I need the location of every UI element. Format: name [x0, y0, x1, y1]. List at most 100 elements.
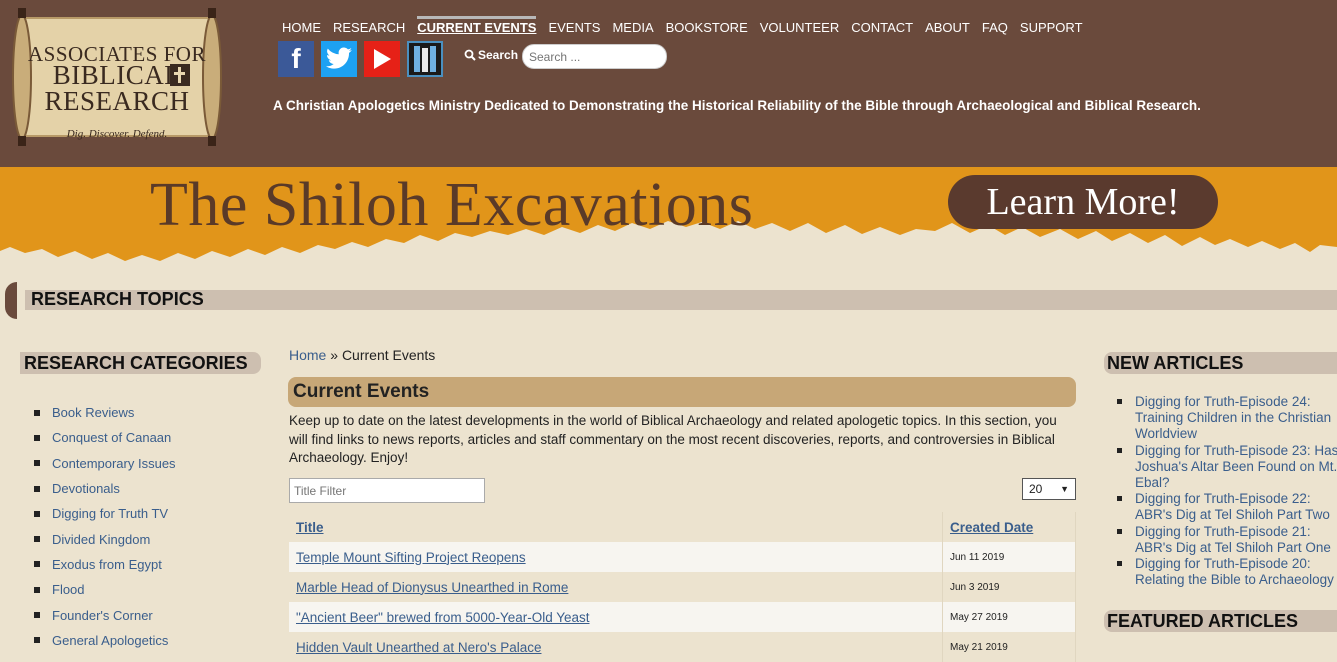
list-item: Book Reviews [34, 400, 176, 425]
research-topics-label: RESEARCH TOPICS [31, 289, 204, 309]
article-link[interactable]: Digging for Truth-Episode 22: ABR's Dig … [1135, 491, 1330, 522]
table-row: Temple Mount Sifting Project Reopens Jun… [289, 542, 1076, 572]
article-link[interactable]: Digging for Truth-Episode 21: ABR's Dig … [1135, 524, 1331, 555]
sort-title-link[interactable]: Title [296, 520, 324, 535]
new-articles-title: NEW ARTICLES [1107, 353, 1244, 373]
table-row: Hidden Vault Unearthed at Nero's Palace … [289, 632, 1076, 662]
topics-bar-cap [5, 282, 17, 319]
category-list: Book Reviews Conquest of Canaan Contempo… [34, 400, 176, 653]
topics-bar-stripe [25, 290, 1337, 310]
site-tagline: A Christian Apologetics Ministry Dedicat… [273, 98, 1201, 113]
breadcrumb-separator: » [326, 347, 342, 363]
category-link[interactable]: General Apologetics [52, 633, 168, 648]
new-articles-list: Digging for Truth-Episode 24: Training C… [1117, 394, 1337, 588]
dropdown-arrow-icon: ▼ [1060, 484, 1069, 494]
breadcrumb-current: Current Events [341, 347, 436, 363]
list-item: Digging for Truth TV [34, 501, 176, 526]
intro-text: Keep up to date on the latest developmen… [289, 413, 1057, 465]
article-link[interactable]: Digging for Truth-Episode 24: Training C… [1135, 394, 1331, 441]
table-header-row: Title Created Date [289, 512, 1076, 542]
event-link[interactable]: Hidden Vault Unearthed at Nero's Palace [296, 640, 541, 655]
logo-tagline: Dig. Discover. Defend. [66, 128, 168, 140]
learn-more-button[interactable]: Learn More! [948, 175, 1218, 229]
page-title: Current Events [293, 381, 430, 402]
facebook-icon[interactable]: f [278, 41, 314, 77]
title-header: Title [289, 512, 943, 542]
breadcrumb: Home » Current Events [289, 347, 435, 363]
table-row: "Ancient Beer" brewed from 5000-Year-Old… [289, 602, 1076, 632]
site-header: Associates for Biblical Research Dig. Di… [0, 0, 1337, 167]
search-input[interactable] [522, 44, 667, 69]
category-link[interactable]: Flood [52, 582, 85, 597]
title-filter-input[interactable] [289, 478, 485, 503]
list-item: Digging for Truth-Episode 24: Training C… [1117, 394, 1337, 443]
new-articles-heading: NEW ARTICLES [1104, 352, 1337, 374]
event-link[interactable]: Marble Head of Dionysus Unearthed in Rom… [296, 580, 568, 595]
category-link[interactable]: Exodus from Egypt [52, 557, 162, 572]
list-item: Exodus from Egypt [34, 552, 176, 577]
list-item: Devotionals [34, 476, 176, 501]
list-limit-value: 20 [1029, 482, 1043, 496]
breadcrumb-home[interactable]: Home [289, 347, 326, 363]
research-topics-bar[interactable]: RESEARCH TOPICS [5, 282, 1337, 319]
nav-bookstore[interactable]: BOOKSTORE [666, 16, 748, 39]
article-link[interactable]: Digging for Truth-Episode 20: Relating t… [1135, 556, 1334, 587]
search-label-text: Search [478, 48, 519, 62]
featured-articles-title: FEATURED ARTICLES [1107, 611, 1298, 631]
site-logo[interactable]: Associates for Biblical Research Dig. Di… [8, 8, 226, 148]
list-item: Digging for Truth-Episode 21: ABR's Dig … [1117, 524, 1337, 556]
list-item: Divided Kingdom [34, 526, 176, 551]
article-link[interactable]: Digging for Truth-Episode 23: Has Joshua… [1135, 443, 1337, 490]
title-cell: Temple Mount Sifting Project Reopens [289, 542, 943, 572]
date-cell: Jun 11 2019 [942, 542, 1076, 572]
cross-icon [170, 64, 190, 86]
event-link[interactable]: "Ancient Beer" brewed from 5000-Year-Old… [296, 610, 590, 625]
twitter-icon[interactable] [321, 41, 357, 77]
title-cell: Hidden Vault Unearthed at Nero's Palace [289, 632, 943, 662]
social-links: f [278, 41, 443, 77]
search-icon [464, 49, 476, 61]
bookstore-icon[interactable] [407, 41, 443, 77]
category-link[interactable]: Divided Kingdom [52, 532, 150, 547]
nav-volunteer[interactable]: VOLUNTEER [760, 16, 839, 39]
category-link[interactable]: Book Reviews [52, 405, 134, 420]
list-item: Contemporary Issues [34, 451, 176, 476]
youtube-icon[interactable] [364, 41, 400, 77]
featured-articles-heading: FEATURED ARTICLES [1104, 610, 1337, 632]
list-item: Founder's Corner [34, 602, 176, 627]
category-link[interactable]: Conquest of Canaan [52, 430, 171, 445]
nav-faq[interactable]: FAQ [982, 16, 1008, 39]
events-table: Title Created Date Temple Mount Sifting … [289, 512, 1076, 662]
nav-research[interactable]: RESEARCH [333, 16, 405, 39]
page-title-bar: Current Events [288, 377, 1076, 407]
nav-events[interactable]: EVENTS [548, 16, 600, 39]
list-item: General Apologetics [34, 628, 176, 653]
category-link[interactable]: Devotionals [52, 481, 120, 496]
table-row: Marble Head of Dionysus Unearthed in Rom… [289, 572, 1076, 602]
banner-title: The Shiloh Excavations [150, 171, 754, 239]
list-limit-select[interactable]: 20 ▼ [1022, 478, 1076, 500]
category-link[interactable]: Founder's Corner [52, 608, 153, 623]
category-link[interactable]: Digging for Truth TV [52, 506, 168, 521]
date-cell: May 27 2019 [942, 602, 1076, 632]
list-item: Digging for Truth-Episode 20: Relating t… [1117, 556, 1337, 588]
event-link[interactable]: Temple Mount Sifting Project Reopens [296, 550, 526, 565]
nav-about[interactable]: ABOUT [925, 16, 970, 39]
category-link[interactable]: Contemporary Issues [52, 456, 176, 471]
date-header: Created Date [942, 512, 1076, 542]
nav-contact[interactable]: CONTACT [851, 16, 913, 39]
date-cell: Jun 3 2019 [942, 572, 1076, 602]
date-cell: May 21 2019 [942, 632, 1076, 662]
title-cell: Marble Head of Dionysus Unearthed in Rom… [289, 572, 943, 602]
nav-current-events[interactable]: CURRENT EVENTS [417, 15, 537, 39]
logo-line-3: Research [44, 86, 190, 116]
research-categories-title: RESEARCH CATEGORIES [24, 353, 248, 373]
nav-support[interactable]: SUPPORT [1020, 16, 1083, 39]
list-item: Digging for Truth-Episode 22: ABR's Dig … [1117, 491, 1337, 523]
search-label: Search [464, 48, 518, 62]
title-cell: "Ancient Beer" brewed from 5000-Year-Old… [289, 602, 943, 632]
list-item: Conquest of Canaan [34, 425, 176, 450]
nav-home[interactable]: HOME [282, 16, 321, 39]
sort-date-link[interactable]: Created Date [950, 520, 1033, 535]
nav-media[interactable]: MEDIA [612, 16, 653, 39]
